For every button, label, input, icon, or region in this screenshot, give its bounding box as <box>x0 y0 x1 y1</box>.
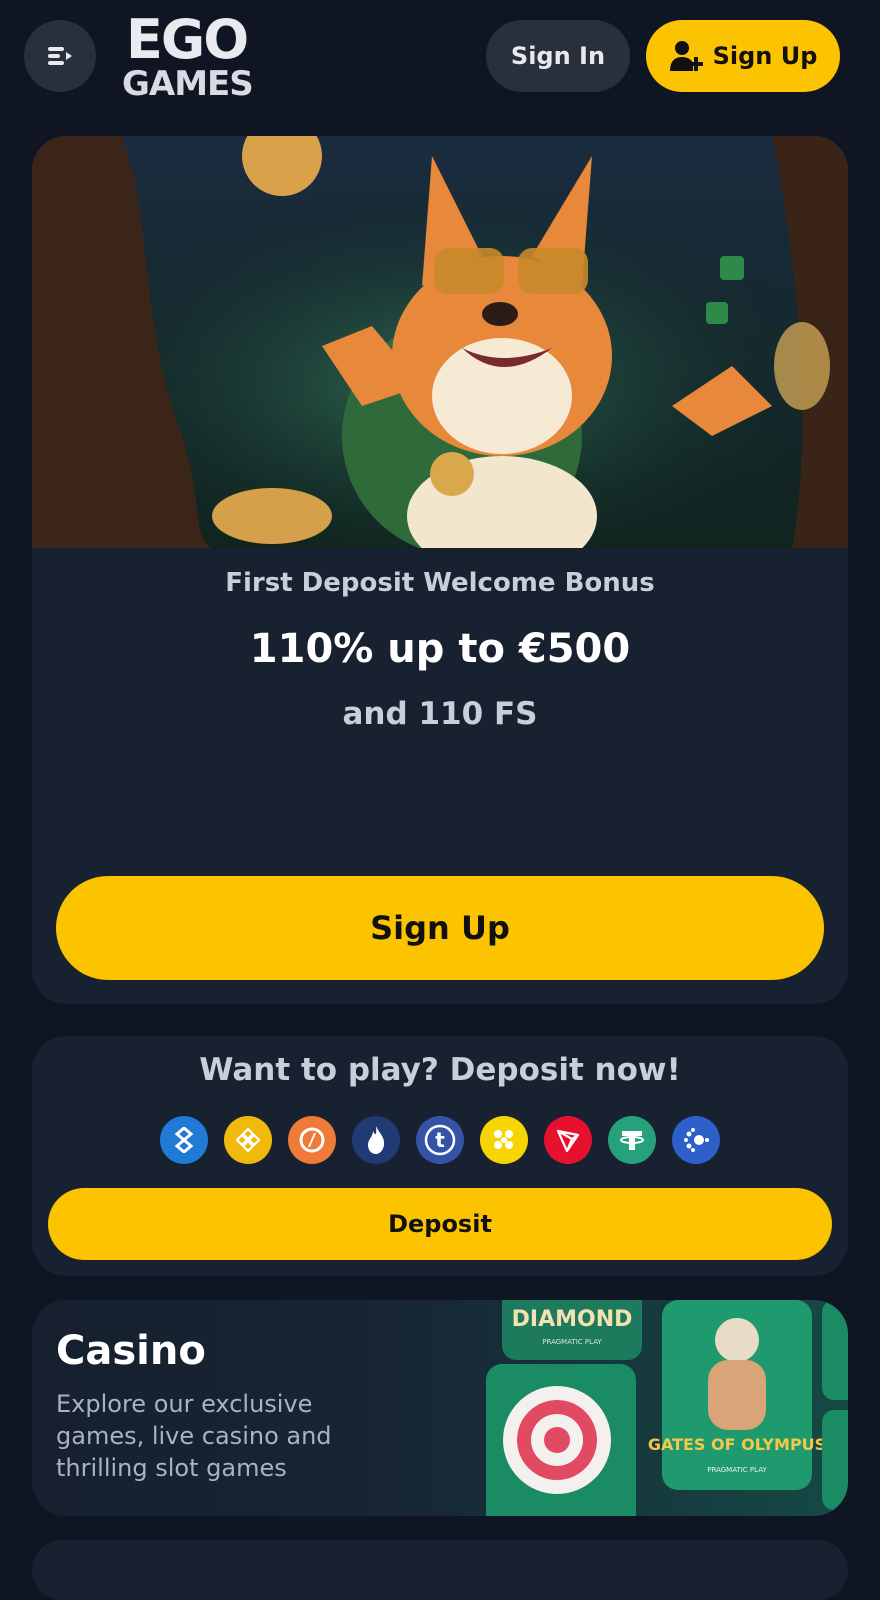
game-tile-olympus-label: GATES OF OLYMPUS <box>648 1435 826 1454</box>
deposit-title: Want to play? Deposit now! <box>199 1052 681 1088</box>
logo-ego-text: EGO <box>126 8 249 71</box>
currency-icons: t <box>160 1116 720 1164</box>
ego-games-logo[interactable]: EGO GAMES <box>122 8 304 104</box>
tron-icon <box>544 1116 592 1164</box>
sign-up-button[interactable]: Sign Up <box>646 20 840 92</box>
cardano-icon <box>672 1116 720 1164</box>
welcome-bonus-card: First Deposit Welcome Bonus 110% up to €… <box>32 136 848 1004</box>
provider-label-1: PRAGMATIC PLAY <box>542 1338 602 1346</box>
casino-description: Explore our exclusive games, live casino… <box>56 1390 332 1482</box>
menu-icon <box>48 47 72 65</box>
promo-hero-image <box>32 136 848 548</box>
game-tile-diamond-label: DIAMOND <box>512 1307 633 1332</box>
top-bar: EGO GAMES Sign In Sign Up <box>0 0 880 112</box>
deposit-card: Want to play? Deposit now! t Deposit <box>32 1036 848 1276</box>
casino-title: Casino <box>56 1328 206 1374</box>
dogecoin-dots-icon <box>480 1116 528 1164</box>
sign-up-label: Sign Up <box>712 42 818 70</box>
svg-text:t: t <box>435 1128 445 1152</box>
deposit-button[interactable]: Deposit <box>48 1188 832 1260</box>
casino-games-image: DIAMOND PRAGMATIC PLAY GATES OF OLYMPUS … <box>486 1300 848 1516</box>
rollbit-icon <box>288 1116 336 1164</box>
logo-games-text: GAMES <box>122 64 254 104</box>
flame-token-icon <box>352 1116 400 1164</box>
bitcoin-cash-icon <box>160 1116 208 1164</box>
promo-amount: 110% up to €500 <box>249 626 631 672</box>
next-section-card[interactable] <box>32 1540 848 1600</box>
binance-coin-icon <box>224 1116 272 1164</box>
promo-sign-up-button[interactable]: Sign Up <box>56 876 824 980</box>
menu-button[interactable] <box>24 20 96 92</box>
tron-t-icon: t <box>416 1116 464 1164</box>
sign-in-button[interactable]: Sign In <box>486 20 630 92</box>
promo-free-spins: and 110 FS <box>342 696 538 732</box>
casino-card[interactable]: Casino Explore our exclusive games, live… <box>32 1300 848 1516</box>
tether-icon <box>608 1116 656 1164</box>
add-user-icon <box>669 41 703 71</box>
provider-label-2: PRAGMATIC PLAY <box>707 1466 767 1474</box>
promo-subtitle: First Deposit Welcome Bonus <box>225 568 655 598</box>
